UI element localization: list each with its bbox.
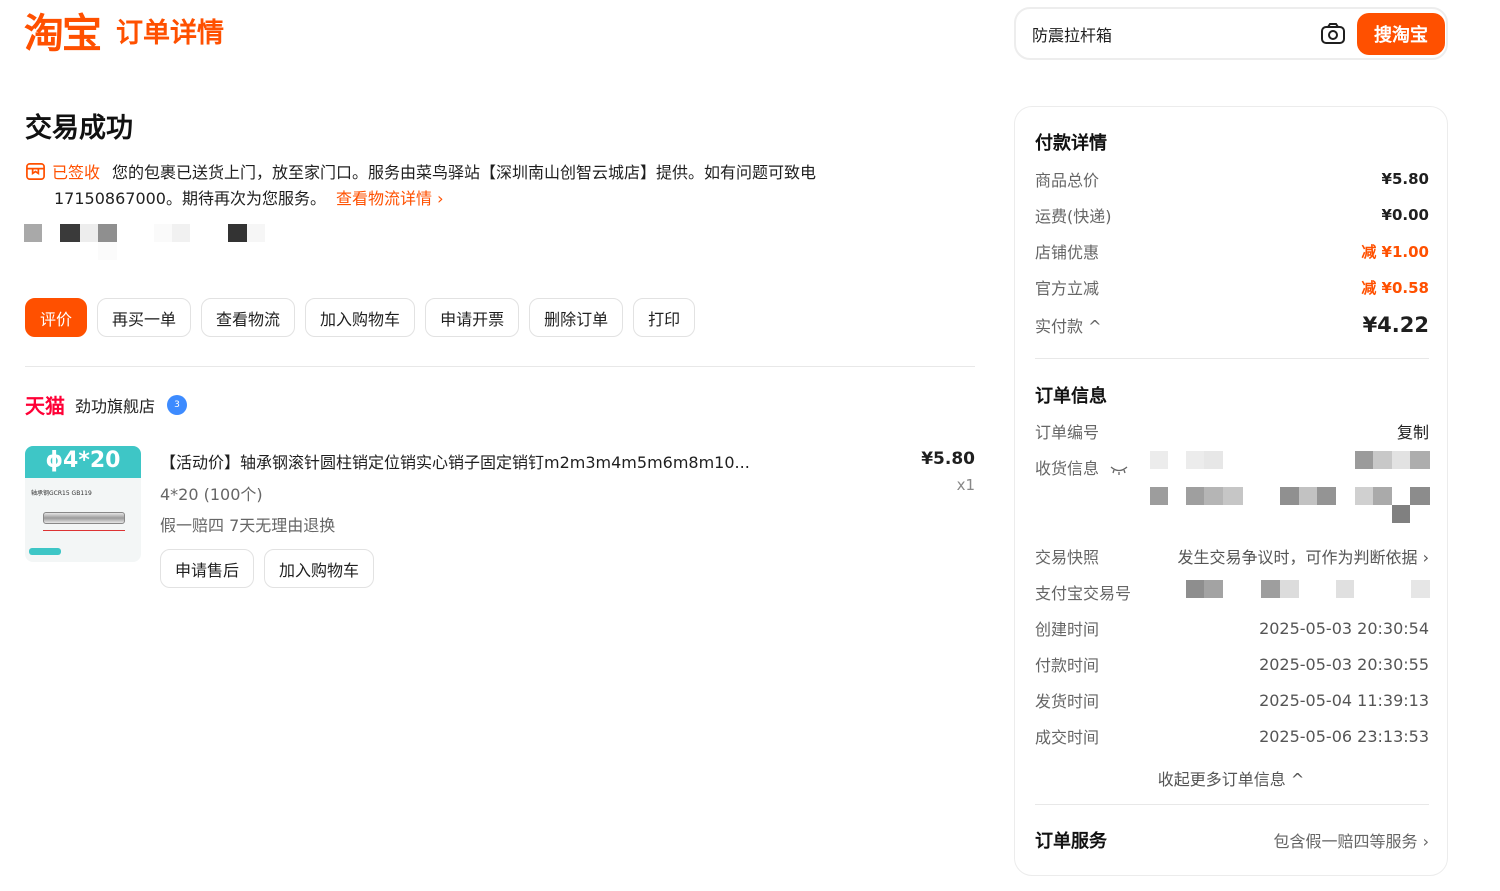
redacted-block: [1186, 580, 1204, 598]
payment-label: 运费(快递): [1035, 207, 1112, 226]
payment-title: 付款详情: [1035, 133, 1107, 154]
after-sales-button[interactable]: 申请售后: [160, 549, 255, 588]
time-label: 发货时间: [1035, 692, 1100, 711]
time-label: 付款时间: [1035, 656, 1100, 675]
divider: [25, 366, 975, 367]
buy-again-button[interactable]: 再买一单: [97, 298, 192, 337]
payment-label: 官方立减: [1035, 279, 1100, 298]
order-number-label: 订单编号: [1035, 423, 1100, 442]
copy-button[interactable]: 复制: [1397, 419, 1429, 443]
payment-row-shop-discount: 店铺优惠 减 ¥1.00: [1035, 239, 1429, 263]
view-logistics-button[interactable]: 查看物流: [201, 298, 296, 337]
order-summary-panel: 付款详情 商品总价 ¥5.80 运费(快递) ¥0.00 店铺优惠 减 ¥1.0…: [1014, 106, 1448, 876]
payment-row-official-discount: 官方立减 减 ¥0.58: [1035, 275, 1429, 299]
time-value: 2025-05-04 11:39:13: [1259, 690, 1429, 710]
time-label: 成交时间: [1035, 728, 1100, 747]
order-info-title: 订单信息: [1035, 386, 1107, 407]
logistics-detail-link[interactable]: 查看物流详情 ›: [336, 189, 444, 208]
time-value: 2025-05-03 20:30:55: [1259, 654, 1429, 674]
payment-value: 减 ¥0.58: [1361, 278, 1429, 297]
snapshot-label: 交易快照: [1035, 548, 1100, 567]
time-value: 2025-05-06 23:13:53: [1259, 726, 1429, 746]
payment-label: 商品总价: [1035, 171, 1100, 190]
snapshot-row[interactable]: 交易快照 发生交易争议时，可作为判断依据 ›: [1035, 544, 1429, 568]
snapshot-link[interactable]: 发生交易争议时，可作为判断依据 ›: [1178, 544, 1430, 568]
product-quantity: x1: [956, 476, 975, 494]
payment-label: 店铺优惠: [1035, 243, 1100, 262]
alipay-row: 支付宝交易号: [1035, 580, 1429, 604]
pin-illustration: [43, 512, 125, 524]
package-icon: [26, 163, 45, 180]
signed-label: 已签收: [52, 163, 101, 182]
payment-total: ¥4.22: [1362, 313, 1429, 337]
time-label: 创建时间: [1035, 620, 1100, 639]
product-price: ¥5.80: [921, 449, 975, 469]
order-status-title: 交易成功: [25, 113, 133, 144]
camera-icon[interactable]: [1320, 21, 1346, 47]
image-tag: [29, 548, 61, 555]
payment-label[interactable]: 实付款 ^: [1035, 313, 1102, 337]
delivery-status: 已签收 您的包裹已送货上门，放至家门口。服务由菜鸟驿站【深圳南山创智云城店】提供。…: [25, 160, 885, 212]
shop-name[interactable]: 劲功旗舰店: [75, 393, 155, 417]
delivery-text-line1: 您的包裹已送货上门，放至家门口。服务由菜鸟驿站【深圳南山创智云城店】提供。如有问…: [112, 163, 817, 182]
divider: [1035, 358, 1429, 359]
search-bar: 搜淘宝: [1014, 7, 1448, 60]
deal-time-row: 成交时间 2025-05-06 23:13:53: [1035, 724, 1429, 748]
print-button[interactable]: 打印: [633, 298, 696, 337]
product-title[interactable]: 【活动价】轴承钢滚针圆柱销定位销实心销子固定销钉m2m3m4m5m6m8m10.…: [160, 449, 780, 473]
create-time-row: 创建时间 2025-05-03 20:30:54: [1035, 616, 1429, 640]
time-value: 2025-05-03 20:30:54: [1259, 618, 1429, 638]
tmall-logo: 天猫: [25, 394, 65, 418]
payment-row-goods: 商品总价 ¥5.80: [1035, 167, 1429, 191]
dimension-line: [43, 530, 125, 531]
request-invoice-button[interactable]: 申请开票: [425, 298, 520, 337]
order-service-row[interactable]: 订单服务 包含假一赔四等服务 ›: [1035, 828, 1429, 852]
payment-value: ¥0.00: [1381, 206, 1429, 224]
receiver-label: 收货信息: [1035, 459, 1100, 478]
collapse-order-info-link[interactable]: 收起更多订单信息 ^: [1015, 766, 1447, 790]
product-add-to-cart-button[interactable]: 加入购物车: [264, 549, 375, 588]
redacted-block: [1150, 451, 1168, 469]
product-image-spec: ϕ4*20: [45, 448, 121, 473]
product-sku: 4*20 (100个): [160, 485, 263, 504]
payment-value: 减 ¥1.00: [1361, 242, 1429, 261]
product-service: 假一赔四 7天无理由退换: [160, 516, 336, 535]
pay-time-row: 付款时间 2025-05-03 20:30:55: [1035, 652, 1429, 676]
divider: [1035, 804, 1429, 805]
eye-closed-icon[interactable]: [1110, 465, 1128, 475]
product-actions: 申请售后 加入购物车: [160, 549, 375, 588]
product-image[interactable]: ϕ4*20 轴承钢GCR15 GB119: [25, 446, 141, 562]
order-actions: 评价 再买一单 查看物流 加入购物车 申请开票 删除订单 打印: [25, 298, 696, 337]
ship-time-row: 发货时间 2025-05-04 11:39:13: [1035, 688, 1429, 712]
page-title: 订单详情: [116, 18, 224, 49]
order-service-title: 订单服务: [1035, 831, 1107, 852]
order-service-link[interactable]: 包含假一赔四等服务 ›: [1274, 828, 1430, 852]
review-button[interactable]: 评价: [25, 298, 88, 337]
product-image-text: 轴承钢GCR15 GB119: [31, 490, 92, 497]
add-to-cart-button[interactable]: 加入购物车: [305, 298, 416, 337]
alipay-label: 支付宝交易号: [1035, 584, 1132, 603]
redacted-info: [24, 224, 284, 260]
payment-row-total[interactable]: 实付款 ^ ¥4.22: [1035, 313, 1429, 337]
search-input[interactable]: [1032, 22, 1312, 46]
logo-mark: 淘宝: [24, 11, 102, 57]
search-button[interactable]: 搜淘宝: [1357, 13, 1445, 55]
payment-row-shipping: 运费(快递) ¥0.00: [1035, 203, 1429, 227]
payment-value: ¥5.80: [1381, 170, 1429, 188]
shop-header[interactable]: 天猫 劲功旗舰店 3: [25, 390, 188, 419]
order-number-row: 订单编号 复制: [1035, 419, 1429, 443]
taobao-logo[interactable]: 淘宝 订单详情: [24, 10, 224, 58]
shop-level-badge: 3: [167, 394, 188, 415]
delivery-text-line2: 17150867000。期待再次为您服务。: [54, 189, 326, 208]
delete-order-button[interactable]: 删除订单: [529, 298, 624, 337]
